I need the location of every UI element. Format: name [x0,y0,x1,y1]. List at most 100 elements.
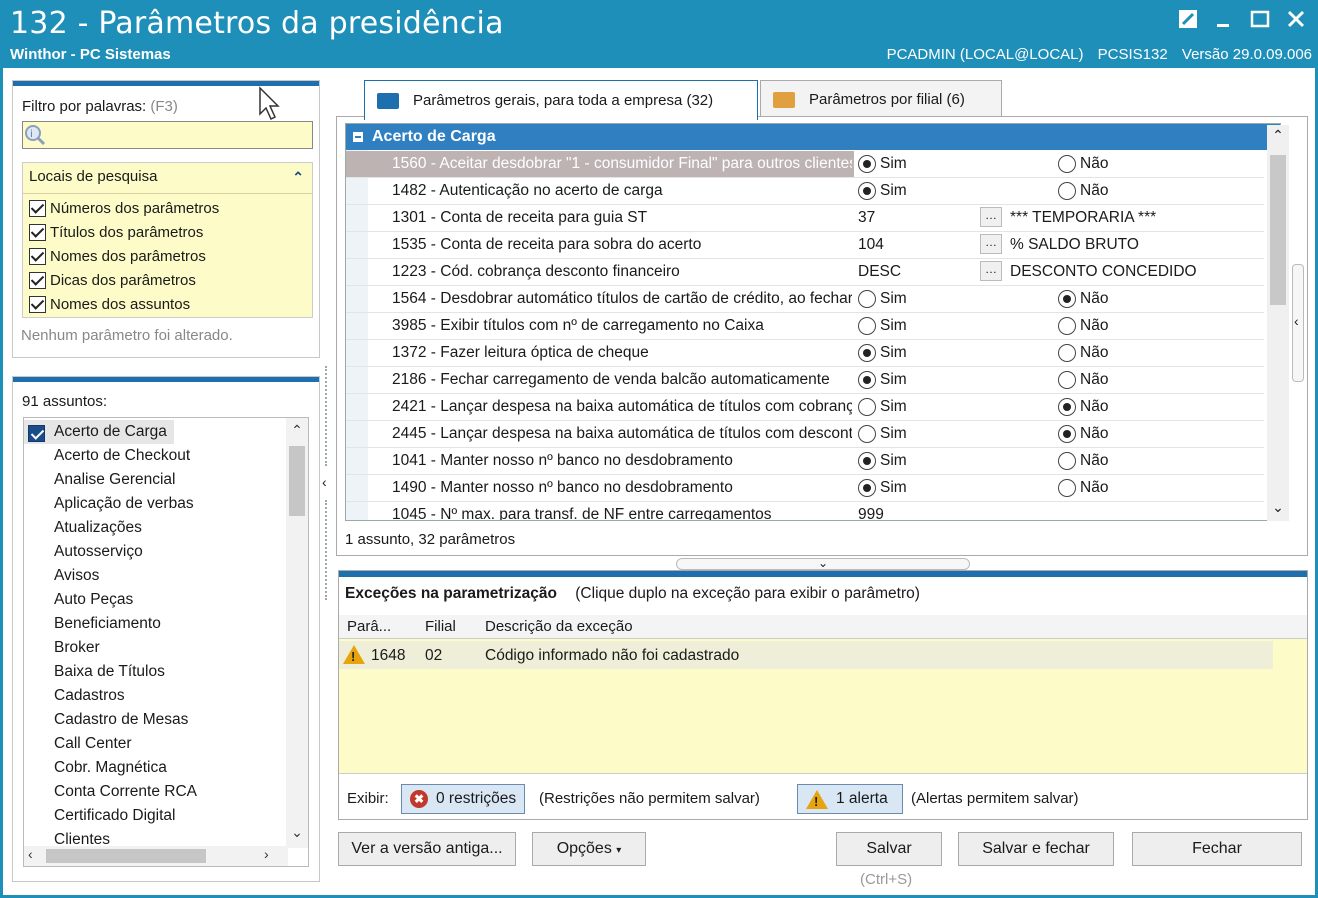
radio-sim[interactable]: Sim [858,317,907,335]
checkbox[interactable] [29,271,46,289]
checkbox[interactable] [28,425,45,442]
alerts-button[interactable]: 1 alerta [797,784,903,814]
subjects-list[interactable]: Acerto de Carga Acerto de Checkout Anali… [23,417,309,867]
lookup-button[interactable]: … [980,234,1002,254]
radio-sim[interactable]: Sim [858,452,907,470]
parameter-value-cell[interactable]: DESC … DESCONTO CONCEDIDO [854,259,1264,285]
parameter-value-cell[interactable]: 104 … % SALDO BRUTO [854,232,1264,258]
exceptions-table[interactable]: Parâ... Filial Descrição da exceção 1648… [339,615,1307,773]
radio-sim[interactable]: Sim [858,479,907,497]
radio-button[interactable] [858,371,876,389]
collapse-up-icon[interactable]: ⌃ [292,169,304,186]
parameter-value-cell[interactable]: Sim Não [854,286,1264,312]
parameter-row[interactable]: 1372 - Fazer leitura óptica de cheque Sim… [346,340,1264,367]
radio-sim[interactable]: Sim [858,371,907,389]
lookup-button[interactable]: … [980,261,1002,281]
scroll-thumb[interactable] [289,446,305,516]
radio-button[interactable] [1058,452,1076,470]
radio-button[interactable] [1058,371,1076,389]
parameter-value-cell[interactable]: Sim Não [854,394,1264,420]
radio-sim[interactable]: Sim [858,155,907,173]
subject-item[interactable]: Avisos [54,564,99,588]
scroll-thumb[interactable] [1270,155,1286,305]
parameter-value-cell[interactable]: Sim Não [854,313,1264,339]
parameter-value-cell[interactable]: Sim Não [854,475,1264,501]
radio-button[interactable] [858,317,876,335]
radio-nao[interactable]: Não [1058,155,1108,173]
subject-item[interactable]: Beneficiamento [54,612,161,636]
radio-button[interactable] [1058,398,1076,416]
close-icon[interactable] [1284,8,1308,32]
subject-item[interactable]: Cadastros [54,684,125,708]
subject-item[interactable]: Conta Corrente RCA [54,780,197,804]
subject-item[interactable]: Autosserviço [54,540,143,564]
subject-item[interactable]: Cobr. Magnética [54,756,167,780]
scroll-thumb[interactable] [46,849,206,863]
options-button[interactable]: Opções ▾ [532,832,646,866]
checkbox[interactable] [29,295,46,313]
subjects-horizontal-scrollbar[interactable]: ‹ › [24,846,288,866]
restore-edit-icon[interactable] [1176,8,1200,32]
radio-button[interactable] [858,398,876,416]
parameter-row[interactable]: 1564 - Desdobrar automático títulos de c… [346,286,1264,313]
subject-item[interactable]: Atualizações [54,516,142,540]
collapse-minus-icon[interactable] [353,132,363,142]
subject-item[interactable]: Cadastro de Mesas [54,708,188,732]
parameter-row[interactable]: 1490 - Manter nosso nº banco no desdobra… [346,475,1264,502]
chevron-down-icon[interactable]: ⌄ [1267,499,1289,516]
tab-general-parameters[interactable]: Parâmetros gerais, para toda a empresa (… [364,80,758,120]
chevron-down-icon[interactable]: ⌄ [286,824,308,841]
radio-nao[interactable]: Não [1058,479,1108,497]
lookup-value[interactable]: 37 [858,209,875,227]
radio-nao[interactable]: Não [1058,317,1108,335]
save-button[interactable]: Salvar [836,832,942,866]
old-version-button[interactable]: Ver a versão antiga... [338,832,516,866]
parameter-value-cell[interactable]: Sim Não [854,448,1264,474]
parameter-value-cell[interactable]: 37 … *** TEMPORARIA *** [854,205,1264,231]
radio-sim[interactable]: Sim [858,398,907,416]
subject-item[interactable]: Broker [54,636,100,660]
table-row[interactable]: 1648 02 Código informado não foi cadastr… [339,641,1273,669]
radio-nao[interactable]: Não [1058,182,1108,200]
parameter-row[interactable]: 1041 - Manter nosso nº banco no desdobra… [346,448,1264,475]
radio-button[interactable] [1058,155,1076,173]
radio-button[interactable] [858,182,876,200]
minimize-icon[interactable] [1212,8,1236,32]
parameter-value-cell[interactable]: Sim Não [854,367,1264,393]
radio-button[interactable] [858,452,876,470]
subject-item[interactable]: Acerto de Carga [24,420,174,444]
option-titles[interactable]: Títulos dos parâmetros [29,221,203,243]
option-numbers[interactable]: Números dos parâmetros [29,197,219,219]
subject-item[interactable]: Certificado Digital [54,804,175,828]
restrictions-button[interactable]: ✖ 0 restrições [401,784,526,814]
parameter-row[interactable]: 2186 - Fechar carregamento de venda balc… [346,367,1264,394]
subject-item[interactable]: Call Center [54,732,132,756]
parameter-value-cell[interactable]: Sim Não [854,151,1264,177]
side-panel-handle[interactable]: ‹ [1292,264,1304,382]
checkbox[interactable] [29,199,46,217]
radio-sim[interactable]: Sim [858,182,907,200]
subject-item[interactable]: Aplicação de verbas [54,492,194,516]
parameter-row[interactable]: 1301 - Conta de receita para guia ST 37 … *… [346,205,1264,232]
radio-nao[interactable]: Não [1058,371,1108,389]
horizontal-splitter[interactable]: ⌄ [676,556,970,570]
chevron-left-icon[interactable]: ‹ [1294,313,1299,329]
column-header[interactable]: Filial [425,618,456,635]
parameter-row[interactable]: 1560 - Aceitar desdobrar "1 - consumidor… [346,151,1264,178]
group-header[interactable]: Acerto de Carga [346,124,1280,150]
radio-nao[interactable]: Não [1058,452,1108,470]
parameter-value-cell[interactable]: 999 [854,502,1264,520]
parameters-grid[interactable]: Acerto de Carga 1560 - Aceitar desdobrar… [345,123,1281,521]
parameter-row[interactable]: 3985 - Exibir títulos com nº de carregam… [346,313,1264,340]
column-header[interactable]: Parâ... [347,618,391,635]
radio-button[interactable] [1058,182,1076,200]
parameter-row[interactable]: 1223 - Cód. cobrança desconto financeiro… [346,259,1264,286]
save-and-close-button[interactable]: Salvar e fechar [958,832,1114,866]
chevron-up-icon[interactable]: ⌃ [1267,127,1289,144]
parameter-row[interactable]: 1482 - Autenticação no acerto de carga Si… [346,178,1264,205]
radio-button[interactable] [1058,344,1076,362]
chevron-down-icon[interactable]: ⌄ [818,556,828,570]
lookup-value[interactable]: DESC [858,263,901,281]
parameter-row[interactable]: 1535 - Conta de receita para sobra do ac… [346,232,1264,259]
chevron-left-icon[interactable]: ‹ [322,474,327,490]
